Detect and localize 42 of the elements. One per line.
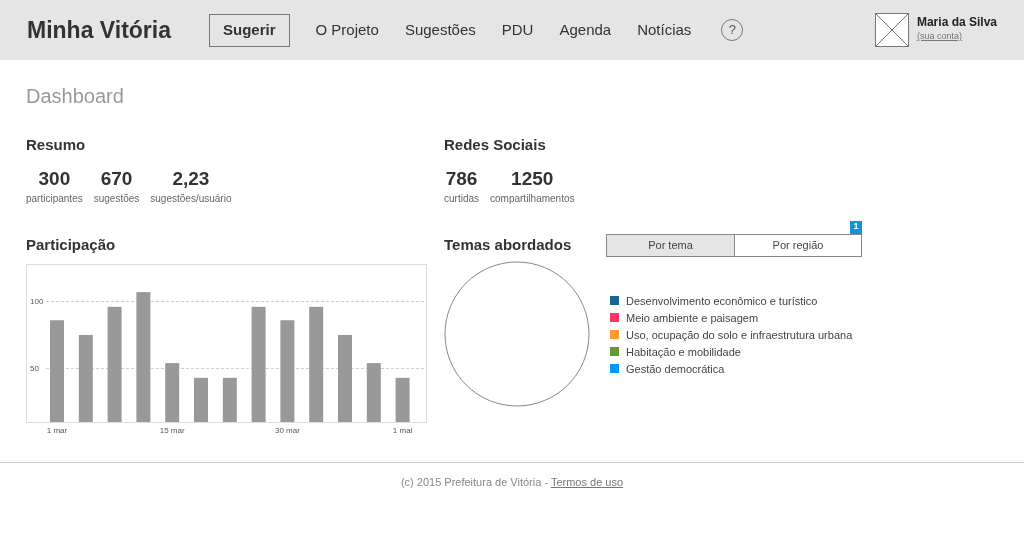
stat-label: curtidas bbox=[444, 191, 479, 206]
legend-label: Gestão democrática bbox=[626, 361, 725, 377]
nav-link[interactable]: O Projeto bbox=[311, 18, 383, 42]
nav-link[interactable]: Agenda bbox=[555, 18, 616, 42]
stat-value: 2,23 bbox=[172, 166, 210, 191]
legend-label: Desenvolvimento econômico e turístico bbox=[626, 293, 818, 309]
legend-label: Uso, ocupação do solo e infraestrutura urbana bbox=[626, 327, 853, 343]
suggest-button[interactable]: Sugerir bbox=[209, 13, 290, 47]
bar bbox=[165, 363, 180, 422]
notification-badge: 1 bbox=[850, 220, 862, 234]
footer-text: (c) 2015 Prefeitura de Vitória - Termos de uso bbox=[400, 475, 624, 490]
stat-label: sugestões/usuário bbox=[150, 191, 232, 206]
nav-link[interactable]: PDU bbox=[497, 18, 538, 42]
stat-label: participantes bbox=[26, 191, 83, 206]
y-tick-label: 50 bbox=[30, 364, 39, 374]
stat-value: 1250 bbox=[511, 166, 554, 191]
stat-label: compartilhamentos bbox=[490, 191, 575, 206]
user-name: Maria da Silva bbox=[916, 14, 997, 31]
stat-value: 300 bbox=[38, 166, 71, 191]
tab[interactable]: Por tema bbox=[607, 234, 734, 256]
site-logo[interactable]: Minha Vitória bbox=[27, 12, 209, 48]
nav-link[interactable]: Sugestões bbox=[400, 18, 480, 42]
terms-link[interactable]: Termos de uso bbox=[550, 476, 624, 488]
section-title: Temas abordados bbox=[444, 234, 573, 255]
stat-label: sugestões bbox=[93, 191, 140, 206]
avatar-placeholder-icon bbox=[874, 13, 909, 47]
x-tick-label: 1 mai bbox=[392, 426, 413, 435]
y-tick-label: 100 bbox=[30, 297, 44, 307]
x-tick-label: 1 mar bbox=[46, 426, 68, 435]
legend-label: Meio ambiente e paisagem bbox=[626, 310, 759, 326]
page-title: Dashboard bbox=[26, 84, 125, 108]
x-tick-label: 15 mar bbox=[159, 426, 185, 435]
nav-link[interactable]: Notícias bbox=[633, 18, 696, 42]
section-title: Participação bbox=[26, 234, 117, 255]
stat-value: 786 bbox=[445, 166, 478, 191]
legend-label: Habitação e mobilidade bbox=[626, 344, 741, 360]
bar bbox=[194, 377, 208, 422]
x-tick-label: 30 mar bbox=[274, 426, 300, 435]
account-link[interactable]: (sua conta) bbox=[916, 31, 997, 41]
stat-value: 670 bbox=[100, 166, 133, 191]
section-title: Resumo bbox=[26, 135, 87, 155]
section-title: Redes Sociais bbox=[444, 135, 547, 155]
